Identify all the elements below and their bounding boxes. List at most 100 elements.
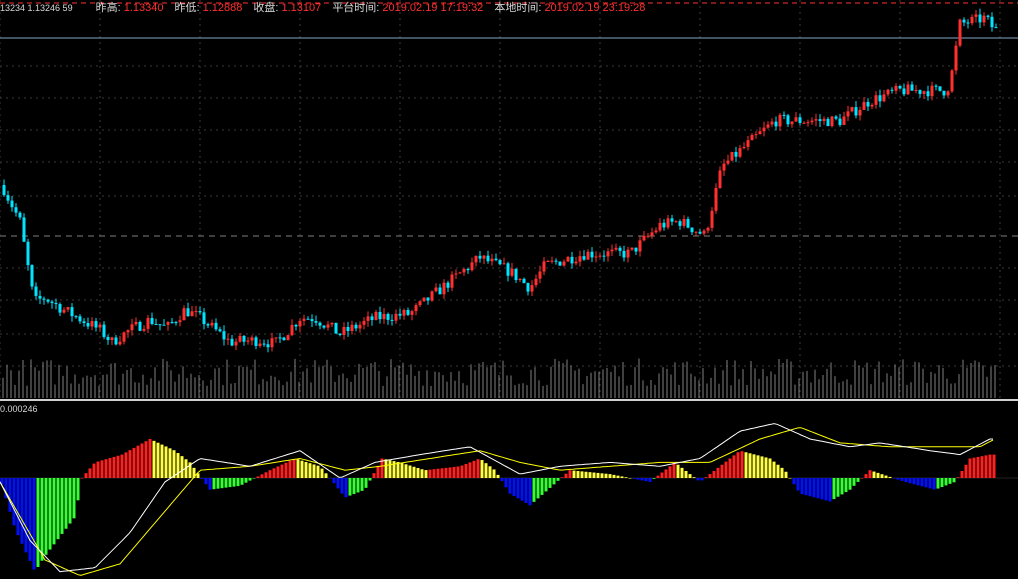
candle-body bbox=[474, 255, 478, 263]
candle-body bbox=[318, 322, 322, 326]
candle-body bbox=[610, 249, 614, 252]
candle-body bbox=[734, 152, 738, 157]
candle-body bbox=[926, 91, 930, 97]
histogram-bar bbox=[480, 460, 484, 478]
histogram-bar bbox=[88, 468, 92, 478]
histogram-bar bbox=[552, 478, 556, 485]
histogram-bar bbox=[868, 470, 872, 478]
histogram-bar bbox=[900, 478, 904, 481]
histogram-bar bbox=[664, 469, 668, 478]
histogram-bar bbox=[456, 466, 460, 478]
candle-body bbox=[430, 291, 434, 301]
candle-body bbox=[722, 163, 726, 171]
candle-body bbox=[774, 121, 778, 127]
histogram-bar bbox=[328, 478, 332, 479]
candle-body bbox=[354, 324, 358, 329]
histogram-bar bbox=[248, 478, 252, 481]
candle-body bbox=[574, 261, 578, 264]
candle-body bbox=[254, 337, 258, 346]
candle-body bbox=[862, 102, 866, 110]
histogram-bar bbox=[820, 478, 824, 500]
histogram-bar bbox=[224, 478, 228, 488]
histogram-bar bbox=[332, 478, 336, 484]
histogram-bar bbox=[956, 477, 960, 478]
candle-body bbox=[330, 322, 334, 325]
histogram-bar bbox=[240, 478, 244, 485]
candle-body bbox=[134, 321, 138, 325]
candle-body bbox=[870, 104, 874, 107]
histogram-bar bbox=[500, 478, 504, 482]
histogram-bar bbox=[976, 456, 980, 478]
histogram-bar bbox=[444, 467, 448, 478]
histogram-bar bbox=[748, 453, 752, 478]
candle-body bbox=[766, 124, 770, 128]
histogram-bar bbox=[596, 472, 600, 478]
histogram-bar bbox=[852, 478, 856, 486]
candle-body bbox=[294, 324, 298, 327]
candle-body bbox=[866, 102, 870, 107]
candle-body bbox=[966, 22, 970, 24]
histogram-bar bbox=[276, 466, 280, 478]
candle-body bbox=[822, 118, 826, 122]
histogram-bar bbox=[216, 478, 220, 489]
candle-body bbox=[946, 91, 950, 96]
histogram-bar bbox=[140, 443, 144, 478]
histogram-bar bbox=[424, 470, 428, 478]
histogram-bar bbox=[544, 478, 548, 492]
candle-body bbox=[90, 321, 94, 327]
histogram-bar bbox=[24, 478, 28, 553]
candle-body bbox=[350, 324, 354, 332]
candle-body bbox=[806, 122, 810, 124]
candle-body bbox=[498, 260, 502, 265]
histogram-bar bbox=[948, 478, 952, 484]
candle-body bbox=[6, 195, 10, 201]
histogram-bar bbox=[292, 458, 296, 478]
candle-body bbox=[170, 322, 174, 324]
candle-body bbox=[370, 316, 374, 320]
histogram-bar bbox=[752, 454, 756, 478]
histogram-bar bbox=[568, 470, 572, 478]
histogram-bar bbox=[60, 478, 64, 534]
histogram-bar bbox=[344, 478, 348, 498]
candle-body bbox=[450, 274, 454, 288]
candle-body bbox=[26, 241, 30, 266]
prev-high-label: 昨高: bbox=[95, 2, 121, 14]
candle-body bbox=[30, 265, 34, 287]
histogram-bar bbox=[548, 478, 552, 488]
histogram-bar bbox=[52, 478, 56, 545]
histogram-bar bbox=[400, 463, 404, 478]
histogram-bar bbox=[244, 478, 248, 483]
candle-body bbox=[578, 256, 582, 262]
candle-body bbox=[586, 251, 590, 260]
candle-body bbox=[786, 115, 790, 125]
histogram-bar bbox=[792, 478, 796, 485]
candle-body bbox=[846, 111, 850, 117]
histogram-bar bbox=[304, 461, 308, 478]
histogram-bar bbox=[504, 478, 508, 488]
candle-body bbox=[990, 16, 994, 28]
histogram-bar bbox=[116, 455, 120, 478]
candle-body bbox=[794, 117, 798, 122]
candle-body bbox=[402, 310, 406, 316]
histogram-bar bbox=[856, 478, 860, 482]
candle-body bbox=[554, 260, 558, 262]
candle-body bbox=[634, 247, 638, 252]
histogram-bar bbox=[676, 464, 680, 478]
candle-body bbox=[394, 313, 398, 321]
candle-body bbox=[542, 261, 546, 272]
candle-body bbox=[126, 330, 130, 333]
candle-body bbox=[38, 295, 42, 299]
histogram-bar bbox=[448, 467, 452, 478]
candle-body bbox=[386, 313, 390, 320]
candle-body bbox=[986, 15, 990, 17]
histogram-bar bbox=[524, 478, 528, 503]
candle-body bbox=[654, 230, 658, 233]
candle-body bbox=[410, 311, 414, 315]
candle-body bbox=[730, 152, 734, 161]
histogram-bar bbox=[880, 474, 884, 478]
histogram-bar bbox=[824, 478, 828, 501]
histogram-bar bbox=[284, 462, 288, 478]
prev-low-value: 1.12888 bbox=[202, 2, 243, 14]
candle-body bbox=[630, 247, 634, 250]
candle-body bbox=[906, 84, 910, 95]
